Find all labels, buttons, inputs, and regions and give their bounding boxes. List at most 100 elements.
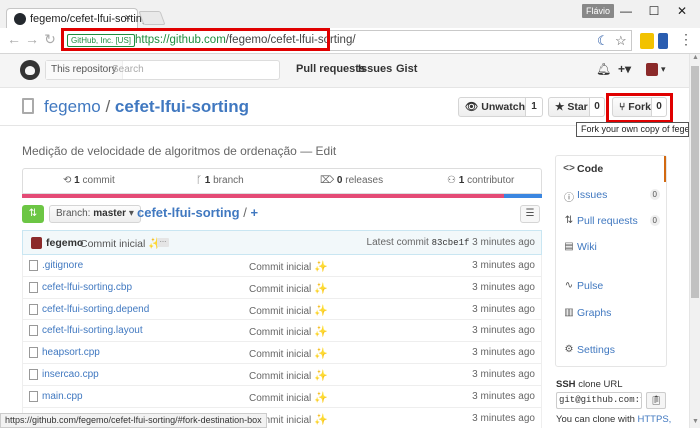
expand-commit-button[interactable]: … bbox=[157, 237, 169, 247]
commit-message-text: Commit inicial bbox=[80, 238, 146, 250]
scroll-up-icon[interactable]: ▲ bbox=[690, 54, 700, 64]
clipboard-icon[interactable]: 📋︎ bbox=[646, 392, 666, 409]
file-name-link[interactable]: cefet-lfui-sorting.cbp bbox=[42, 282, 132, 293]
nav-gist[interactable]: Gist bbox=[396, 63, 417, 75]
sidebar-item-issues[interactable]: ⓘ Issues 0 bbox=[556, 182, 666, 208]
page-scrollbar[interactable]: ▲ ▼ bbox=[689, 54, 700, 428]
minimize-button[interactable]: — bbox=[612, 2, 640, 20]
repo-summary: ⟲ 1 commit ᚴ 1 branch ⌦ 0 releases ⚇ 1 c… bbox=[22, 168, 542, 194]
repo-header: fegemo / cefet-lfui-sorting 👁︎ Unwatch ▾… bbox=[0, 88, 689, 126]
repo-name-link[interactable]: cefet-lfui-sorting bbox=[115, 97, 249, 116]
file-name-link[interactable]: main.cpp bbox=[42, 391, 83, 402]
sidebar-item-pulse[interactable]: ∿ Pulse bbox=[556, 273, 666, 299]
eye-icon: 👁︎ bbox=[465, 101, 482, 113]
search-input[interactable]: This repository Search bbox=[45, 60, 280, 80]
file-name-link[interactable]: .gitignore bbox=[42, 260, 83, 271]
file-name-link[interactable]: cefet-lfui-sorting.depend bbox=[42, 304, 149, 315]
extension-moon-icon[interactable]: ☾ bbox=[597, 33, 609, 49]
releases-link[interactable]: ⌦ 0 releases bbox=[320, 175, 383, 186]
commit-author[interactable]: fegemo bbox=[46, 237, 83, 249]
user-menu-chevron-down-icon[interactable]: ▾ bbox=[661, 64, 666, 75]
notifications-bell-icon[interactable]: 🔔︎ bbox=[596, 62, 611, 76]
file-commit-message[interactable]: Commit inicial ✨ bbox=[249, 347, 328, 360]
book-icon: ▤ bbox=[564, 241, 574, 252]
sidebar-item-label: Pulse bbox=[577, 280, 604, 292]
file-commit-message[interactable]: Commit inicial ✨ bbox=[249, 304, 328, 317]
repo-icon bbox=[22, 98, 34, 114]
create-new-icon[interactable]: +▾ bbox=[618, 62, 631, 76]
file-commit-message[interactable]: Commit inicial ✨ bbox=[249, 369, 328, 382]
branch-caret-icon: ▾ bbox=[128, 208, 134, 219]
clone-url-field[interactable]: git@github.com:feg bbox=[556, 392, 642, 409]
https-clone-link[interactable]: HTTPS, bbox=[638, 414, 672, 425]
contributors-count: 1 bbox=[458, 175, 465, 186]
avatar[interactable] bbox=[31, 237, 42, 249]
commit-sha[interactable]: 83cbe1f bbox=[432, 238, 470, 248]
file-name-link[interactable]: cefet-lfui-sorting.layout bbox=[42, 325, 143, 336]
sidebar-item-settings[interactable]: ⚙ Settings bbox=[556, 337, 666, 363]
releases-count: 0 bbox=[336, 175, 343, 186]
extension-icon[interactable] bbox=[640, 33, 654, 49]
edit-description-link[interactable]: Edit bbox=[316, 144, 337, 158]
search-placeholder[interactable]: Search bbox=[112, 64, 144, 75]
new-file-plus-icon[interactable]: + bbox=[250, 205, 258, 220]
star-label: Star bbox=[567, 101, 588, 113]
breadcrumb-root-link[interactable]: cefet-lfui-sorting bbox=[137, 205, 240, 220]
branches-link[interactable]: ᚴ 1 branch bbox=[196, 175, 244, 186]
sidebar-item-code[interactable]: <> Code bbox=[556, 156, 666, 182]
new-tab-button[interactable] bbox=[138, 11, 166, 25]
profile-chip[interactable]: Flávio bbox=[582, 4, 615, 18]
scroll-thumb[interactable] bbox=[691, 66, 699, 298]
watch-count[interactable]: 1 bbox=[525, 97, 543, 117]
browser-tab[interactable]: fegemo/cefet-lfui-sorting × bbox=[6, 8, 148, 29]
compare-icon[interactable]: ⇅ bbox=[22, 205, 44, 223]
repo-owner-link[interactable]: fegemo bbox=[44, 97, 101, 116]
list-view-icon[interactable]: ☰ bbox=[520, 205, 540, 223]
clone-label-text: clone URL bbox=[578, 379, 623, 390]
commits-link[interactable]: ⟲ 1 commit bbox=[63, 175, 115, 186]
contributors-link[interactable]: ⚇ 1 contributor bbox=[447, 175, 514, 186]
file-name-link[interactable]: insercao.cpp bbox=[42, 369, 99, 380]
pulse-icon: ∿ bbox=[564, 280, 574, 291]
unwatch-button[interactable]: 👁︎ Unwatch ▾ bbox=[458, 97, 533, 117]
sparkles-icon: ✨ bbox=[314, 348, 328, 361]
commit-message[interactable]: Commit inicial ✨ bbox=[80, 237, 162, 250]
file-commit-message[interactable]: Commit inicial ✨ bbox=[249, 325, 328, 338]
file-commit-message[interactable]: Commit inicial ✨ bbox=[249, 282, 328, 295]
sidebar-item-pull-requests[interactable]: ⇅ Pull requests 0 bbox=[556, 208, 666, 234]
sidebar-item-graphs[interactable]: ▥ Graphs bbox=[556, 300, 666, 326]
scroll-down-icon[interactable]: ▼ bbox=[690, 418, 700, 428]
branch-select-button[interactable]: Branch: master ▾ bbox=[49, 205, 141, 223]
file-commit-text: Commit inicial bbox=[249, 305, 312, 317]
language-bar[interactable] bbox=[22, 194, 542, 198]
sparkles-icon: ✨ bbox=[314, 326, 328, 339]
sidebar-item-label: Issues bbox=[577, 189, 608, 201]
file-commit-message[interactable]: Commit inicial ✨ bbox=[249, 260, 328, 273]
nav-issues[interactable]: Issues bbox=[358, 63, 392, 75]
repo-title-separator: / bbox=[105, 97, 111, 116]
menu-icon[interactable]: ⋮ bbox=[678, 31, 694, 48]
github-header: This repository Search Pull requests Iss… bbox=[0, 54, 689, 88]
back-icon[interactable]: ← bbox=[6, 31, 22, 47]
file-name-link[interactable]: heapsort.cpp bbox=[42, 347, 100, 358]
forward-icon[interactable]: → bbox=[24, 31, 40, 47]
bookmark-star-icon[interactable]: ☆ bbox=[615, 33, 627, 49]
sidebar-item-wiki[interactable]: ▤ Wiki bbox=[556, 234, 666, 260]
file-commit-message[interactable]: Commit inicial ✨ bbox=[249, 391, 328, 404]
reload-icon[interactable]: ↻ bbox=[42, 31, 58, 48]
nav-pull-requests[interactable]: Pull requests bbox=[296, 63, 365, 75]
maximize-button[interactable]: ☐ bbox=[640, 2, 668, 20]
user-avatar[interactable] bbox=[646, 63, 658, 76]
extension-2-icon[interactable] bbox=[658, 33, 668, 49]
tab-close-icon[interactable]: × bbox=[125, 12, 131, 24]
sparkles-icon: ✨ bbox=[314, 369, 328, 382]
sidebar-item-label: Graphs bbox=[577, 307, 612, 319]
table-row: .gitignore Commit inicial ✨ 3 minutes ago bbox=[23, 255, 541, 277]
file-age: 3 minutes ago bbox=[472, 260, 535, 271]
star-button[interactable]: ★ Star bbox=[548, 97, 590, 117]
github-logo-icon[interactable] bbox=[20, 60, 40, 80]
commits-label: commit bbox=[82, 175, 115, 186]
close-window-button[interactable]: ✕ bbox=[668, 2, 696, 20]
star-count[interactable]: 0 bbox=[589, 97, 605, 117]
file-commit-text: Commit inicial bbox=[249, 392, 312, 404]
